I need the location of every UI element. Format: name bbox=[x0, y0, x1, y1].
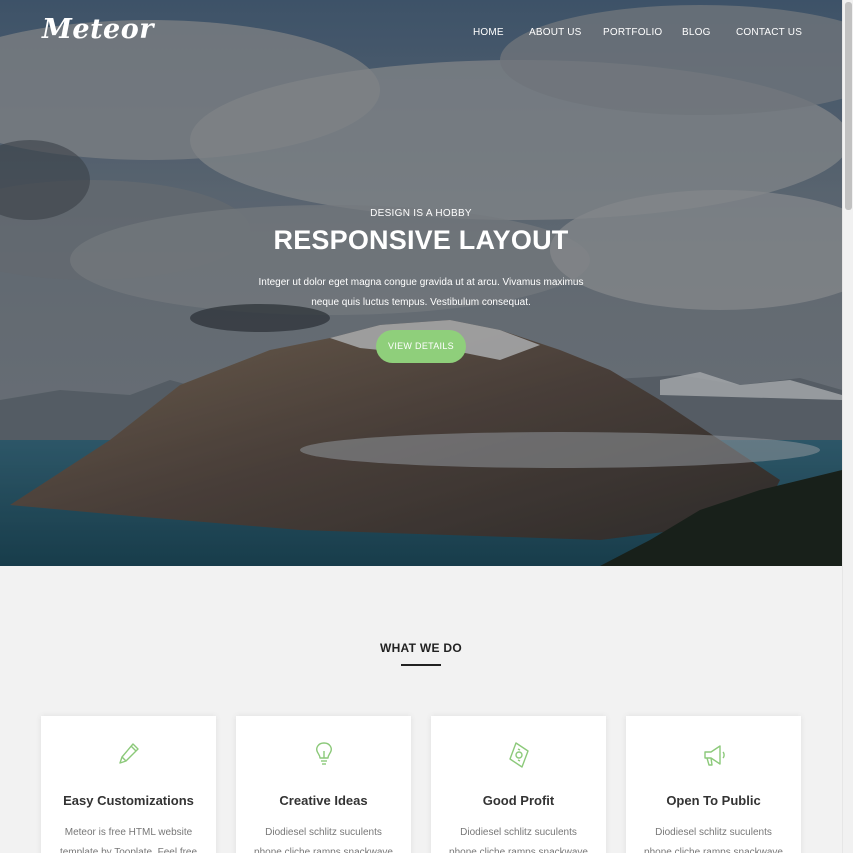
card-title: Creative Ideas bbox=[279, 793, 368, 808]
section-title-underline bbox=[401, 664, 441, 666]
card-text: Meteor is free HTML website template by … bbox=[59, 827, 198, 853]
card-title: Good Profit bbox=[482, 793, 555, 808]
card-title: Open To Public bbox=[666, 793, 761, 808]
megaphone-icon bbox=[704, 745, 725, 766]
scrollbar-thumb[interactable] bbox=[845, 2, 852, 210]
hero-eyebrow: DESIGN IS A HOBBY bbox=[370, 208, 472, 219]
card-text: Diodiesel schlitz suculents phone cliche… bbox=[254, 827, 393, 853]
page-scrollbar[interactable] bbox=[842, 0, 853, 853]
hero-content: DESIGN IS A HOBBY RESPONSIVE LAYOUT Inte… bbox=[0, 208, 842, 363]
hero-section: Meteor HOME ABOUT US PORTFOLIO BLOG CONT… bbox=[0, 0, 842, 566]
lightbulb-icon bbox=[316, 742, 332, 765]
nav-blog[interactable]: BLOG bbox=[682, 27, 711, 38]
nav-contact-us[interactable]: CONTACT US bbox=[736, 27, 802, 38]
service-card-easy-customizations: Easy Customizations Meteor is free HTML … bbox=[41, 716, 216, 853]
service-card-good-profit: Good Profit Diodiesel schlitz suculents … bbox=[431, 716, 606, 853]
hero-lead-text: Integer ut dolor eget magna congue gravi… bbox=[258, 277, 584, 308]
card-title: Easy Customizations bbox=[63, 793, 194, 808]
card-text: Diodiesel schlitz suculents phone cliche… bbox=[644, 827, 783, 853]
nav-about-us[interactable]: ABOUT US bbox=[529, 27, 582, 38]
service-card-creative-ideas: Creative Ideas Diodiesel schlitz suculen… bbox=[236, 716, 411, 853]
pencil-icon bbox=[119, 743, 139, 764]
section-title: WHAT WE DO bbox=[379, 641, 463, 655]
card-text: Diodiesel schlitz suculents phone cliche… bbox=[449, 827, 588, 853]
view-details-button[interactable]: VIEW DETAILS bbox=[376, 330, 466, 363]
main-nav: HOME ABOUT US PORTFOLIO BLOG CONTACT US bbox=[0, 27, 842, 43]
hero-headline: RESPONSIVE LAYOUT bbox=[273, 225, 569, 255]
money-icon bbox=[509, 742, 529, 768]
nav-home[interactable]: HOME bbox=[473, 27, 504, 38]
nav-portfolio[interactable]: PORTFOLIO bbox=[603, 27, 662, 38]
service-card-open-to-public: Open To Public Diodiesel schlitz suculen… bbox=[626, 716, 801, 853]
